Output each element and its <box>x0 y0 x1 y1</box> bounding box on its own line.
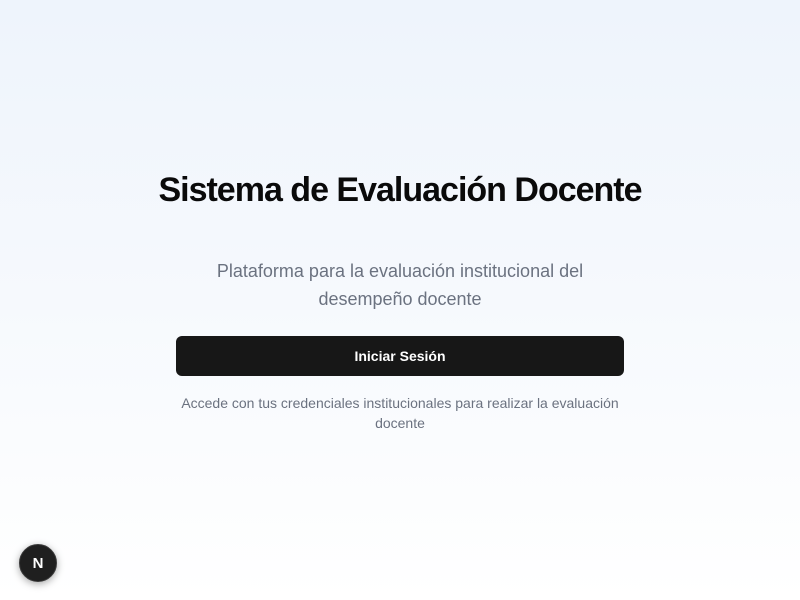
nextjs-logo-icon: N <box>32 554 44 572</box>
login-hint: Accede con tus credenciales instituciona… <box>181 395 619 431</box>
page-title: Sistema de Evaluación Docente <box>158 171 642 209</box>
page-subtitle: Plataforma para la evaluación institucio… <box>216 261 584 309</box>
nextjs-dev-tools-button[interactable]: N <box>19 544 57 582</box>
landing-page: Sistema de Evaluación Docente Plataforma… <box>0 0 800 600</box>
login-button[interactable]: Iniciar Sesión <box>176 336 624 376</box>
